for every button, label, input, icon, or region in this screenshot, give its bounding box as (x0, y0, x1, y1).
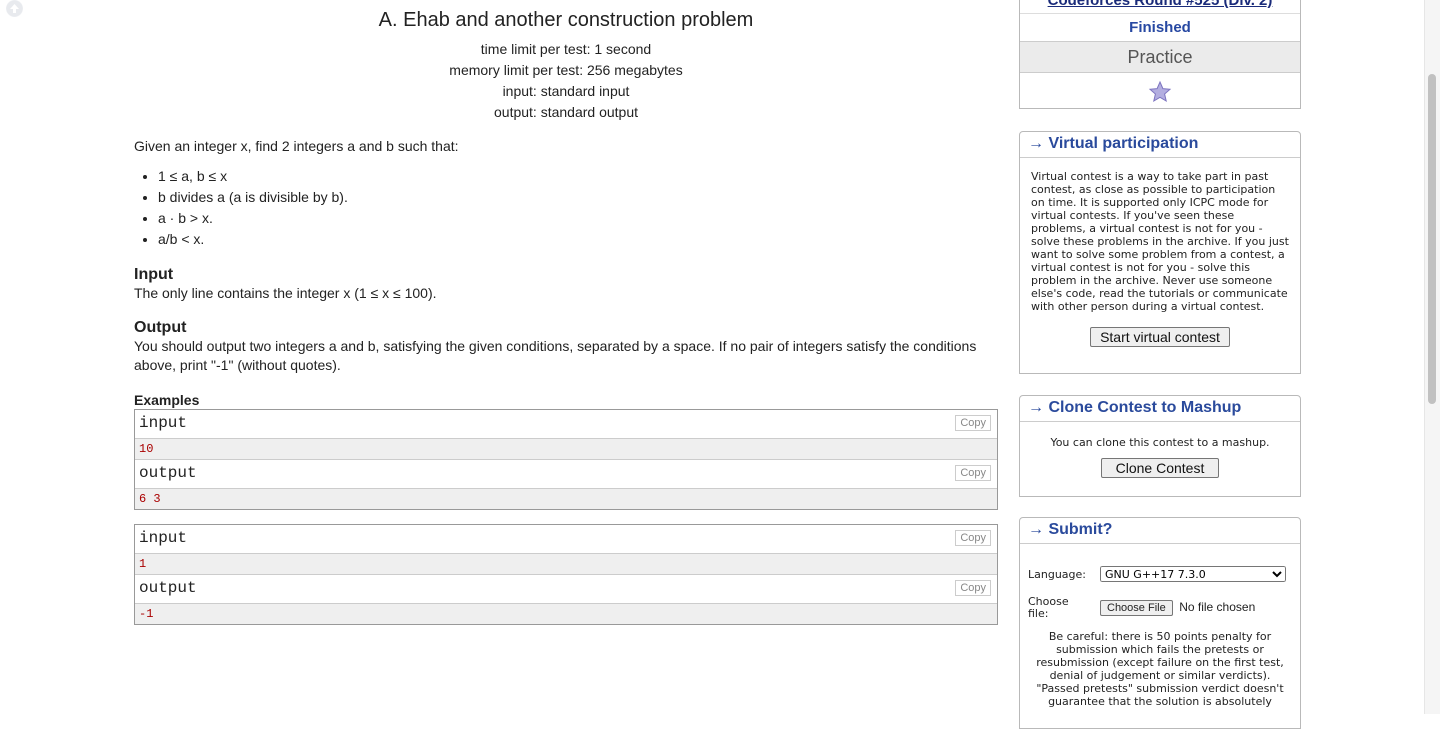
page-scrollbar[interactable] (1424, 0, 1440, 714)
scroll-to-top-icon[interactable] (6, 0, 23, 17)
problem-statement: A. Ehab and another construction problem… (134, 0, 998, 639)
example-input-label: input (139, 414, 188, 432)
submit-caption: → Submit? (1020, 518, 1300, 544)
start-virtual-contest-button[interactable]: Start virtual contest (1090, 327, 1230, 347)
memory-limit: memory limit per test: 256 megabytes (449, 62, 683, 78)
virtual-button-row: Start virtual contest (1020, 327, 1300, 347)
copy-input-button[interactable]: Copy (955, 530, 991, 546)
example-output-label: output (139, 579, 197, 597)
example-input-value: 1 (135, 554, 997, 575)
example-input-header: input Copy (135, 525, 997, 554)
condition-item: a/b < x. (158, 229, 998, 250)
conditions-list: 1 ≤ a, b ≤ x b divides a (a is divisible… (134, 166, 998, 250)
copy-output-button[interactable]: Copy (955, 465, 991, 481)
input-file: input: standard input (502, 83, 630, 99)
output-file: output: standard output (494, 104, 638, 120)
choose-file-button[interactable]: Choose File (1100, 600, 1173, 616)
input-section-text: The only line contains the integer x (1 … (134, 285, 437, 301)
clone-contest-caption: → Clone Contest to Mashup (1020, 396, 1300, 422)
example-input-value: 10 (135, 439, 997, 460)
clone-contest-box: → Clone Contest to Mashup You can clone … (1019, 395, 1301, 497)
example-input-header: input Copy (135, 410, 997, 439)
example-output-label: output (139, 464, 197, 482)
clone-contest-button[interactable]: Clone Contest (1100, 458, 1220, 478)
file-input[interactable]: Choose File No file chosen (1100, 600, 1256, 616)
clone-button-row: Clone Contest (1020, 458, 1300, 478)
submit-box: → Submit? Language: GNU G++17 7.3.0 Choo… (1019, 517, 1301, 729)
condition-item: b divides a (a is divisible by b). (158, 187, 998, 208)
scrollbar-thumb[interactable] (1428, 74, 1436, 404)
virtual-participation-caption: → Virtual participation (1020, 132, 1300, 158)
copy-input-button[interactable]: Copy (955, 415, 991, 431)
file-status: No file chosen (1179, 600, 1256, 614)
star-icon[interactable] (1020, 73, 1300, 108)
virtual-participation-box: → Virtual participation Virtual contest … (1019, 131, 1301, 374)
practice-link[interactable]: Practice (1020, 42, 1300, 73)
contest-info-box: Codeforces Round #525 (Div. 2) Finished … (1019, 0, 1301, 109)
penalty-warning: Be careful: there is 50 points penalty f… (1036, 630, 1284, 708)
virtual-participation-text: Virtual contest is a way to take part in… (1031, 170, 1289, 313)
condition-item: a · b > x. (158, 208, 998, 229)
example-output-header: output Copy (135, 575, 997, 604)
file-label: Choose file: (1028, 595, 1069, 620)
examples-title: Examples (134, 392, 200, 408)
contest-name-wrapper: Codeforces Round #525 (Div. 2) (1020, 0, 1300, 13)
language-label: Language: (1028, 568, 1086, 581)
output-section-title: Output (134, 319, 187, 336)
time-limit: time limit per test: 1 second (480, 41, 652, 57)
problem-legend: Given an integer x, find 2 integers a an… (134, 137, 998, 250)
output-section-text: You should output two integers a and b, … (134, 338, 977, 373)
copy-output-button[interactable]: Copy (955, 580, 991, 596)
contest-status[interactable]: Finished (1020, 13, 1300, 42)
condition-item: 1 ≤ a, b ≤ x (158, 166, 998, 187)
example-output-value: 6 3 (135, 489, 997, 509)
language-row: Language: GNU G++17 7.3.0 (1020, 566, 1300, 588)
clone-contest-text: You can clone this contest to a mashup. (1050, 436, 1270, 449)
example-output-header: output Copy (135, 460, 997, 489)
legend-text: Given an integer x, find 2 integers a an… (134, 138, 459, 154)
example-block: input Copy 10 output Copy 6 3 (134, 409, 998, 510)
example-output-value: -1 (135, 604, 997, 624)
example-block: input Copy 1 output Copy -1 (134, 524, 998, 625)
input-section-title: Input (134, 266, 174, 283)
problem-header-meta: time limit per test: 1 second memory lim… (134, 39, 998, 123)
problem-title: A. Ehab and another construction problem (378, 9, 754, 31)
file-row: Choose file: Choose File No file chosen (1020, 596, 1300, 622)
language-select[interactable]: GNU G++17 7.3.0 (1100, 566, 1286, 582)
contest-name-link[interactable]: Codeforces Round #525 (Div. 2) (1020, 0, 1300, 9)
example-input-label: input (139, 529, 188, 547)
